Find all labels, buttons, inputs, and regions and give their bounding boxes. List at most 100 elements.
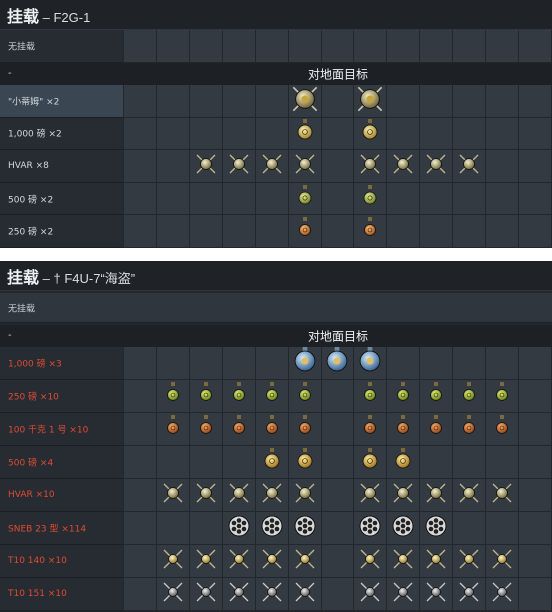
pylon-slot[interactable] (354, 413, 388, 446)
pylon-slot[interactable] (354, 30, 388, 63)
weapon-row[interactable]: T10 151 ×10 (0, 578, 552, 611)
pylon-slot[interactable] (156, 512, 190, 545)
weapon-row[interactable]: T10 140 ×10 (0, 545, 552, 578)
pylon-slot[interactable] (519, 150, 552, 183)
pylon-slot[interactable] (255, 85, 289, 118)
pylon-slot[interactable] (288, 446, 322, 479)
pylon-slot[interactable] (288, 150, 322, 183)
pylon-slot[interactable] (156, 545, 190, 578)
pylon-slot[interactable] (255, 215, 289, 248)
pylon-slot[interactable] (124, 380, 157, 413)
pylon-slot[interactable] (255, 347, 289, 380)
pylon-slot[interactable] (222, 347, 256, 380)
pylon-slot[interactable] (354, 512, 388, 545)
pylon-slot[interactable] (189, 182, 223, 216)
pylon-slot[interactable] (519, 479, 552, 512)
pylon-slot[interactable] (189, 117, 223, 151)
pylon-slot[interactable] (189, 545, 223, 578)
pylon-slot[interactable] (486, 512, 520, 545)
pylon-slot[interactable] (222, 30, 256, 63)
pylon-slot[interactable] (288, 578, 322, 611)
pylon-slot[interactable] (453, 545, 487, 578)
pylon-slot[interactable] (354, 117, 388, 151)
pylon-slot[interactable] (288, 479, 322, 512)
pylon-slot[interactable] (519, 215, 552, 248)
pylon-slot[interactable] (156, 347, 190, 380)
pylon-slot[interactable] (453, 347, 487, 380)
pylon-slot[interactable] (156, 380, 190, 413)
pylon-slot[interactable] (189, 446, 223, 479)
pylon-slot[interactable] (255, 578, 289, 611)
pylon-slot[interactable] (387, 446, 421, 479)
pylon-slot[interactable] (321, 545, 355, 578)
pylon-slot[interactable] (387, 512, 421, 545)
pylon-slot[interactable] (124, 479, 157, 512)
pylon-slot[interactable] (156, 578, 190, 611)
pylon-slot[interactable] (156, 215, 190, 248)
pylon-slot[interactable] (124, 182, 157, 216)
pylon-slot[interactable] (222, 413, 256, 446)
weapon-row[interactable]: 500 磅 ×4 (0, 446, 552, 479)
pylon-slot[interactable] (124, 545, 157, 578)
pylon-slot[interactable] (288, 30, 322, 63)
pylon-slot[interactable] (519, 545, 552, 578)
pylon-slot[interactable] (321, 479, 355, 512)
pylon-slot[interactable] (519, 182, 552, 216)
pylon-slot[interactable] (124, 150, 157, 183)
pylon-slot[interactable] (453, 182, 487, 216)
weapon-row[interactable]: SNEB 23 型 ×114 (0, 512, 552, 545)
pylon-slot[interactable] (189, 85, 223, 118)
pylon-slot[interactable] (156, 479, 190, 512)
pylon-slot[interactable] (321, 380, 355, 413)
pylon-slot[interactable] (387, 545, 421, 578)
pylon-slot[interactable] (486, 578, 520, 611)
pylon-slot[interactable] (453, 380, 487, 413)
pylon-slot[interactable] (387, 380, 421, 413)
pylon-slot[interactable] (387, 347, 421, 380)
pylon-slot[interactable] (189, 215, 223, 248)
pylon-slot[interactable] (420, 30, 454, 63)
pylon-slot[interactable] (288, 117, 322, 151)
pylon-slot[interactable] (519, 512, 552, 545)
pylon-slot[interactable] (288, 380, 322, 413)
pylon-slot[interactable] (486, 413, 520, 446)
pylon-slot[interactable] (354, 545, 388, 578)
pylon-slot[interactable] (255, 413, 289, 446)
pylon-slot[interactable] (288, 182, 322, 216)
pylon-slot[interactable] (420, 150, 454, 183)
pylon-slot[interactable] (519, 85, 552, 118)
pylon-slot[interactable] (124, 578, 157, 611)
weapon-row[interactable]: HVAR ×10 (0, 479, 552, 512)
pylon-slot[interactable] (124, 117, 157, 151)
weapon-row[interactable]: 500 磅 ×2 (0, 182, 552, 216)
pylon-slot[interactable] (453, 446, 487, 479)
pylon-slot[interactable] (321, 347, 355, 380)
pylon-slot[interactable] (387, 413, 421, 446)
pylon-slot[interactable] (519, 380, 552, 413)
pylon-slot[interactable] (321, 85, 355, 118)
pylon-slot[interactable] (420, 182, 454, 216)
pylon-slot[interactable] (189, 150, 223, 183)
pylon-slot[interactable] (387, 150, 421, 183)
pylon-slot[interactable] (189, 30, 223, 63)
pylon-slot[interactable] (156, 117, 190, 151)
pylon-slot[interactable] (519, 347, 552, 380)
pylon-slot[interactable] (486, 182, 520, 216)
weapon-row[interactable]: "小蒂姆" ×2 (0, 85, 552, 118)
pylon-slot[interactable] (321, 512, 355, 545)
pylon-slot[interactable] (255, 545, 289, 578)
pylon-slot[interactable] (420, 347, 454, 380)
pylon-slot[interactable] (124, 413, 157, 446)
pylon-slot[interactable] (255, 380, 289, 413)
pylon-slot[interactable] (354, 479, 388, 512)
pylon-slot[interactable] (222, 512, 256, 545)
pylon-slot[interactable] (288, 545, 322, 578)
weapon-row[interactable]: 250 磅 ×2 (0, 215, 552, 248)
weapon-row[interactable]: 100 千克 1 号 ×10 (0, 413, 552, 446)
pylon-slot[interactable] (189, 413, 223, 446)
pylon-slot[interactable] (255, 512, 289, 545)
pylon-slot[interactable] (189, 479, 223, 512)
pylon-slot[interactable] (189, 347, 223, 380)
pylon-slot[interactable] (222, 150, 256, 183)
pylon-slot[interactable] (387, 30, 421, 63)
